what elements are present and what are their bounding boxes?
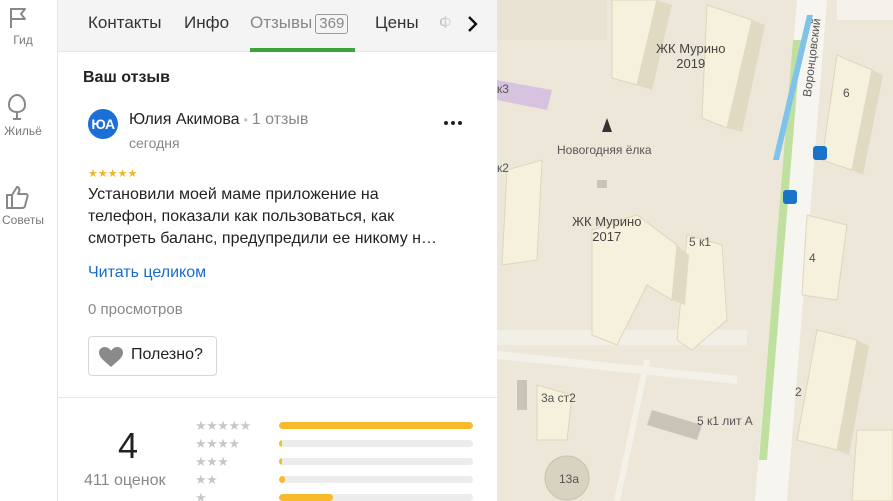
avatar[interactable]: ЮА xyxy=(88,109,118,139)
more-options-icon[interactable] xyxy=(441,113,465,133)
review-text-line: смотреть баланс, предупредили ее никому … xyxy=(88,230,438,247)
tab-reviews[interactable]: Отзывы 369 xyxy=(250,13,349,34)
rating-row-stars: ★★★★★ xyxy=(195,418,251,433)
tab-prices[interactable]: Цены xyxy=(375,13,419,33)
map[interactable]: ЖК Мурино 2019 ЖК Мурино 2017 Новогодняя… xyxy=(497,0,893,501)
read-more-link[interactable]: Читать целиком xyxy=(88,264,206,282)
review-text-line: телефон, показали как пользоваться, как xyxy=(88,208,395,225)
review-author: Юлия Акимова • 1 отзыв xyxy=(129,111,308,129)
rating-row-stars: ★★★★ xyxy=(195,436,240,451)
tab-label: Отзывы xyxy=(250,13,313,32)
tab-bar: Контакты Инфо Отзывы369 Цены Ф xyxy=(58,0,497,52)
rating-row-stars: ★★ xyxy=(195,472,218,487)
map-label-building: 5 к1 xyxy=(689,235,711,249)
rating-row-bar-fill xyxy=(279,458,282,465)
map-label-building: 2 xyxy=(795,385,802,399)
flag-icon xyxy=(10,8,26,28)
rating-row-stars: ★★★ xyxy=(195,454,229,469)
map-label-tree[interactable]: Новогодняя ёлка xyxy=(557,143,652,157)
map-label-building: к3 xyxy=(497,82,509,96)
map-label-building: к2 xyxy=(497,161,509,175)
chevron-right-icon[interactable] xyxy=(463,13,483,35)
author-name[interactable]: Юлия Акимова xyxy=(129,111,240,128)
rating-row-stars: ★ xyxy=(195,490,207,501)
rail-item-tips[interactable]: Советы xyxy=(0,184,58,227)
review-date: сегодня xyxy=(129,135,180,151)
rating-row-bar-fill xyxy=(279,494,334,501)
separator-dot: • xyxy=(243,113,248,127)
rail-item-label: Гид xyxy=(13,33,33,47)
rating-row-bar xyxy=(279,494,473,501)
heart-icon xyxy=(99,347,123,367)
tab-label: Инфо xyxy=(184,13,230,32)
rating-row-bar xyxy=(279,458,473,465)
rating-row-bar xyxy=(279,476,473,483)
map-label-murino-2017[interactable]: ЖК Мурино 2017 xyxy=(572,214,641,244)
views-count: 0 просмотров xyxy=(88,301,183,318)
left-rail: Гид Жильё Советы xyxy=(0,0,58,501)
tab-info[interactable]: Инфо xyxy=(184,13,229,33)
rail-item-guide[interactable]: Гид xyxy=(0,6,58,47)
author-review-count: 1 отзыв xyxy=(251,111,309,128)
map-label-murino-2019[interactable]: ЖК Мурино 2019 xyxy=(656,41,725,71)
rating-row-bar-fill xyxy=(279,440,282,447)
map-label-text: 2019 xyxy=(676,56,706,71)
map-label-text: 2017 xyxy=(592,229,622,244)
tab-label: Цены xyxy=(375,13,419,32)
rating-row-bar-fill xyxy=(279,476,285,483)
map-label-text: ЖК Мурино xyxy=(572,214,642,229)
rating-value: 4 xyxy=(118,425,139,466)
map-label-building: 4 xyxy=(809,251,816,265)
ratings-count: 411 оценок xyxy=(84,472,166,489)
tab-label: Контакты xyxy=(88,13,162,32)
map-label-text: ЖК Мурино xyxy=(656,41,726,56)
rating-row-bar-fill xyxy=(279,422,473,429)
review-text: Установили моей маме приложение на телеф… xyxy=(88,184,478,250)
house-icon xyxy=(7,93,27,120)
useful-button[interactable]: Полезно? xyxy=(88,336,217,376)
review-stars: ★★★★★ xyxy=(88,168,138,180)
map-canvas xyxy=(497,0,893,501)
rail-item-label: Жильё xyxy=(4,124,42,138)
divider xyxy=(58,397,497,398)
tab-contacts[interactable]: Контакты xyxy=(88,13,161,33)
useful-label: Полезно? xyxy=(131,346,203,363)
rail-item-label: Советы xyxy=(2,213,44,227)
place-panel: Контакты Инфо Отзывы369 Цены Ф Ваш отзыв… xyxy=(58,0,497,501)
reviews-count-badge: 369 xyxy=(315,14,349,34)
review-text-line: Установили моей маме приложение на xyxy=(88,186,379,203)
your-review-title: Ваш отзыв xyxy=(83,69,170,86)
rating-row-bar xyxy=(279,440,473,447)
rail-item-housing[interactable]: Жильё xyxy=(0,93,58,138)
thumbs-up-icon xyxy=(6,186,29,209)
map-label-building: 5 к1 лит А xyxy=(697,414,753,428)
rating-row-bar xyxy=(279,422,473,429)
map-label-building: 13а xyxy=(559,472,580,486)
map-label-building: 6 xyxy=(843,86,850,100)
active-tab-indicator xyxy=(250,48,355,52)
map-label-building: 3а ст2 xyxy=(541,391,576,405)
